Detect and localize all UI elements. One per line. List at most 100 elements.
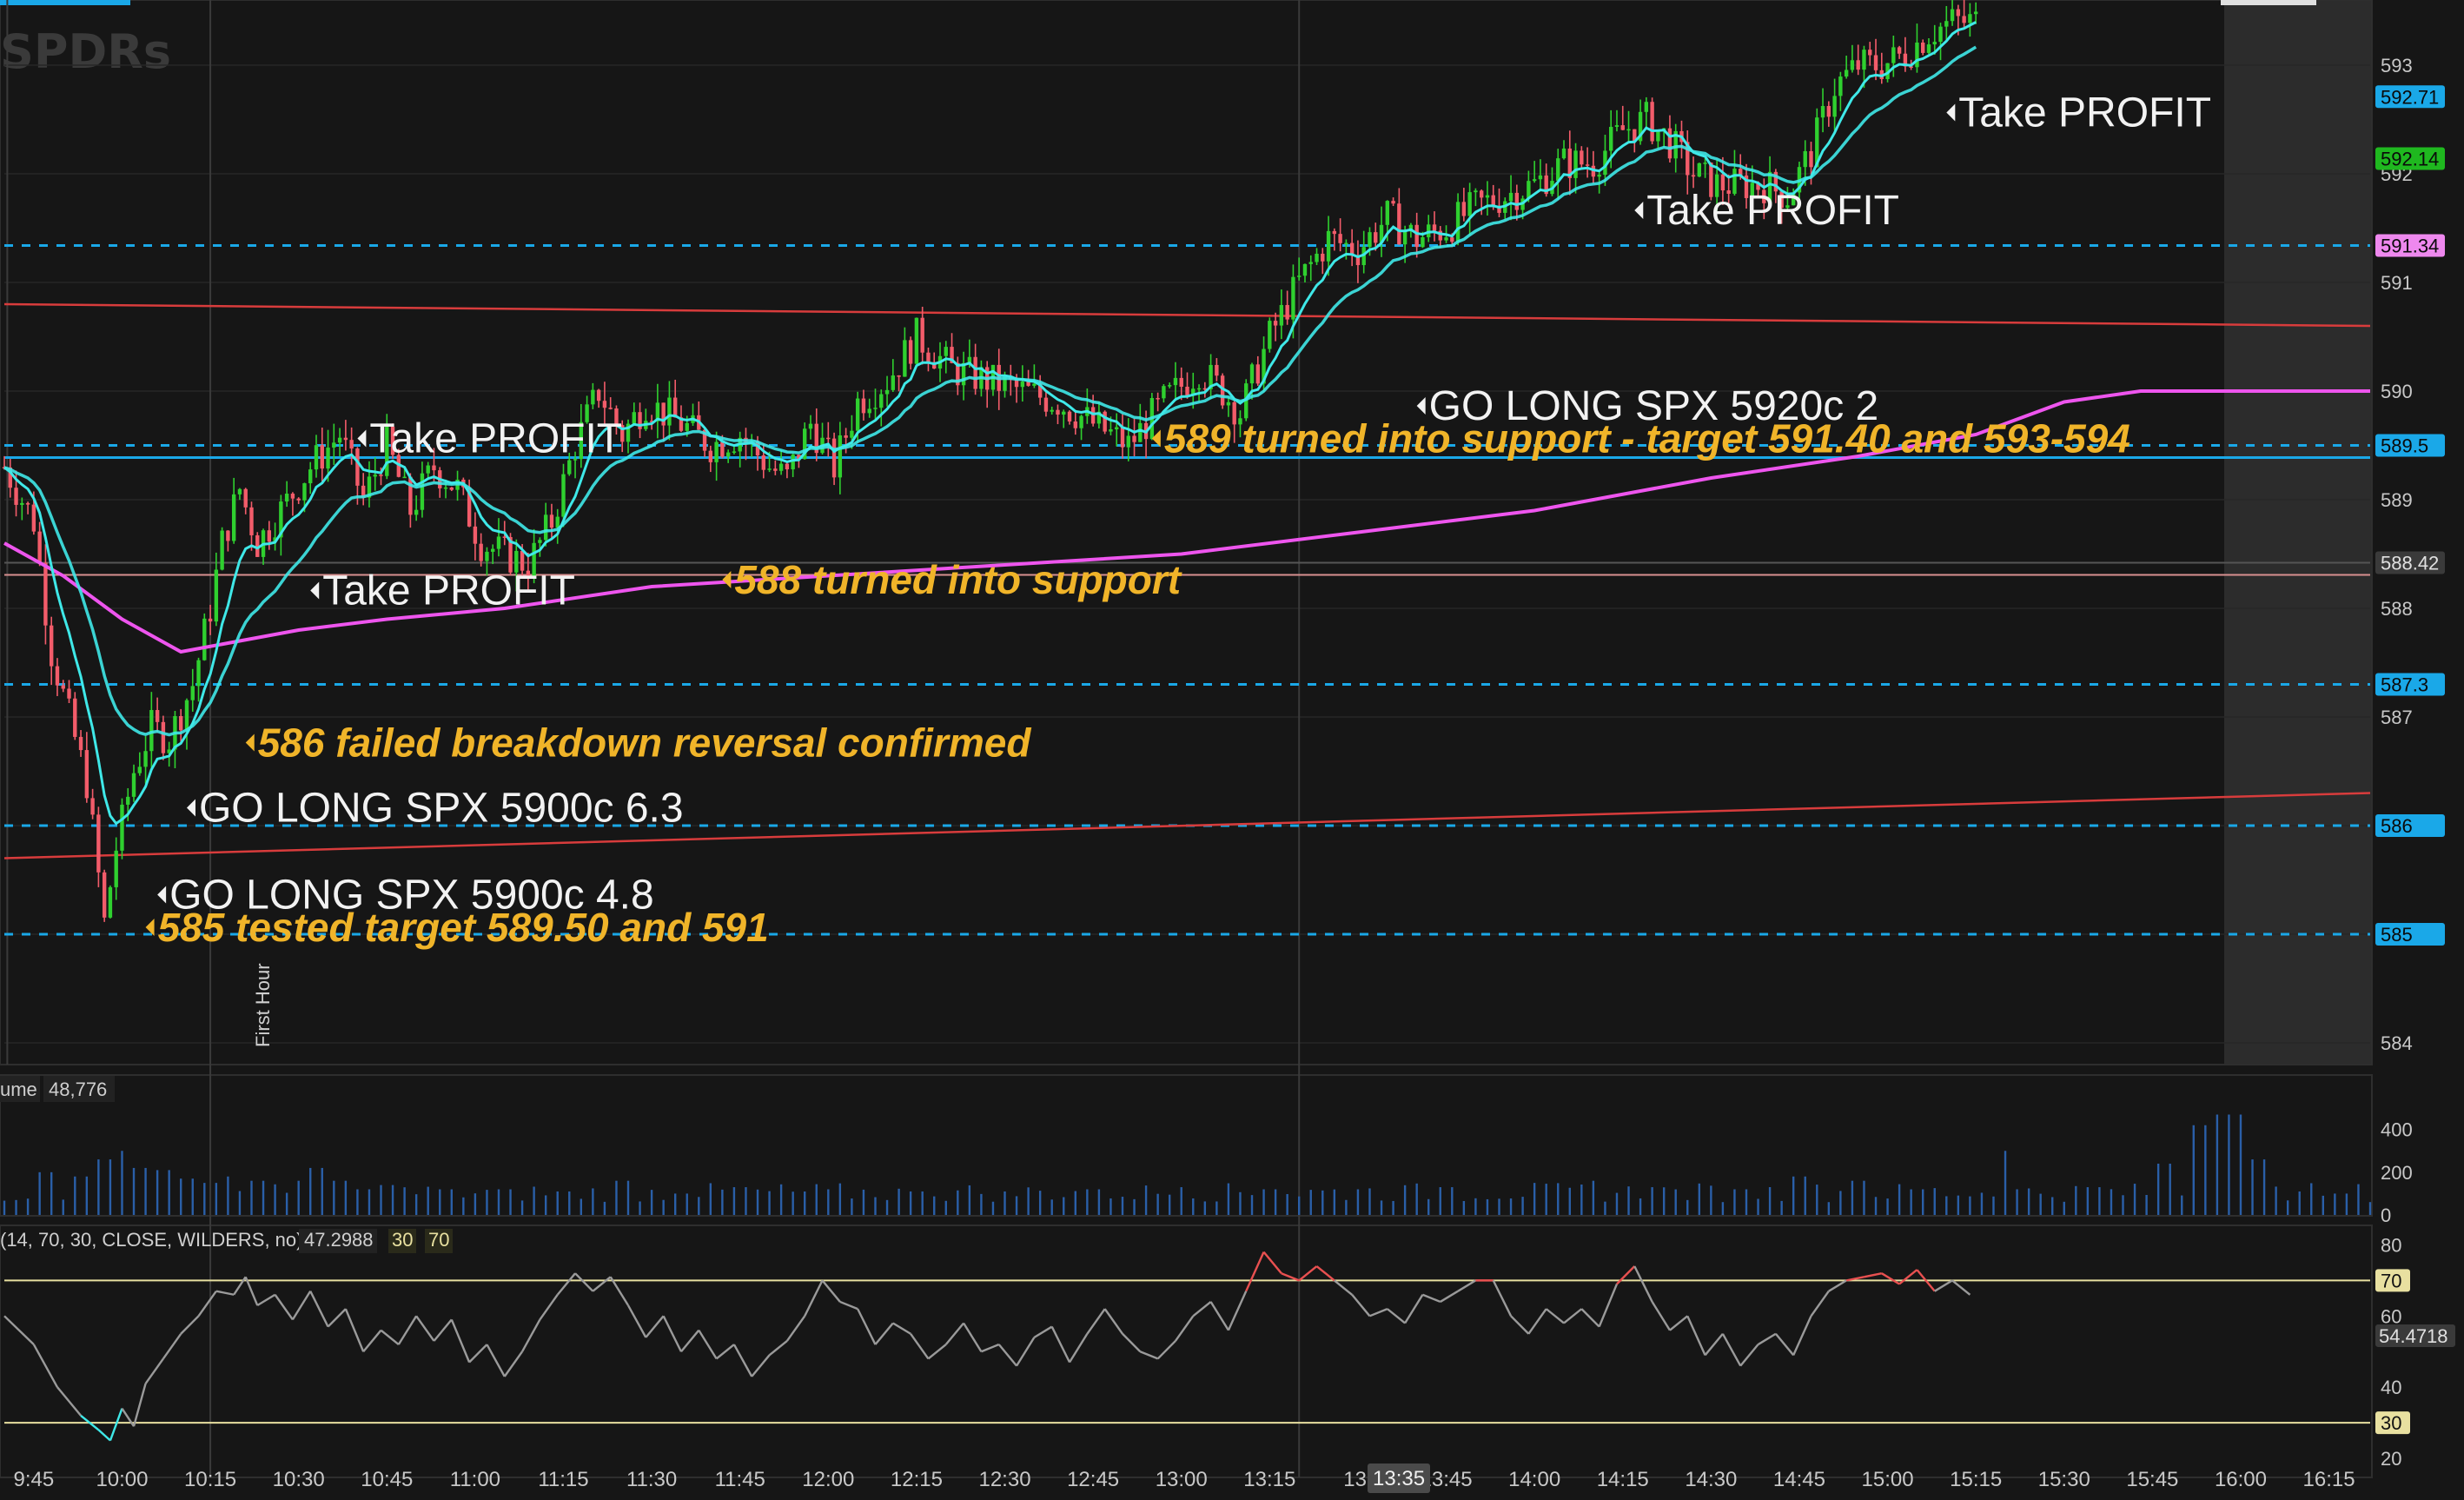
top-right-tab[interactable] [2221,0,2316,5]
candle-body [1832,96,1837,117]
candle-body [944,347,948,356]
annotation-label: 586 failed breakdown reversal confirmed [258,720,1032,766]
price-tag-label: 592.71 [2381,86,2439,108]
candle-body [1109,429,1113,432]
rsi-tick-label: 80 [2381,1234,2401,1256]
candle-body [773,468,778,471]
candle-body [31,504,36,532]
candle-body [1556,158,1560,182]
candle-body [296,498,301,501]
candle-body [838,435,843,478]
candle-body [1956,9,1961,17]
candle-body [1921,42,1925,53]
rsi-tick-label: 60 [2381,1305,2401,1327]
candle-body [1249,364,1255,384]
candle-body [1291,276,1295,320]
time-tick-label: 15:30 [2038,1468,2090,1491]
candle-body [78,736,83,751]
candle-body [1862,50,1866,70]
candle-body [914,317,919,364]
price-tick-label: 584 [2381,1032,2413,1054]
candle-body [1809,150,1813,168]
candle-body [349,440,354,449]
candle-body [1126,435,1130,448]
candle-body [1926,44,1931,53]
candle-body [43,562,48,626]
candle-body [1915,42,1919,68]
price-tag-label: 588.42 [2381,553,2439,574]
candle-body [1891,47,1896,63]
spy-intraday-chart[interactable]: SPDRs First Hour Take PROFIT Take PROFIT G… [0,0,2464,1500]
cursor-time-label: 13:35 [1373,1467,1425,1490]
candle-body [1067,411,1072,421]
candle-body [126,796,130,805]
time-tick-label: 13:00 [1156,1468,1208,1491]
candle-body [791,455,795,470]
time-tick-label: 14:15 [1597,1468,1649,1491]
candle-body [808,423,813,429]
candle-body [179,715,183,731]
rsi-header-ob: 30 [392,1229,413,1251]
candle-body [302,483,307,501]
candle-body [591,389,595,405]
candle-body [1338,234,1342,243]
price-tag-label: 589.5 [2381,435,2428,457]
top-left-tab[interactable] [0,0,130,5]
candle-body [1138,422,1143,442]
candle-body [903,340,907,377]
candle-body [1844,70,1849,77]
candle-body [1374,232,1378,243]
candle-body [308,469,313,484]
price-tag-label: 591.34 [2381,236,2439,257]
time-tick-label: 10:30 [273,1468,325,1491]
time-tick-label: 10:00 [96,1468,148,1491]
candle-body [355,448,360,486]
time-tick-label: 15:00 [1862,1468,1914,1491]
time-tick-label: 10:15 [184,1468,236,1491]
candle-body [402,476,407,479]
volume-tick-label: 0 [2381,1205,2391,1226]
candle-body [973,356,977,389]
candle-body [1391,201,1395,204]
candle-body [1820,105,1825,118]
candle-body [249,507,254,535]
candle-body [1444,237,1448,241]
annotation-label: 588 turned into support [734,557,1182,602]
candle-body [1644,102,1649,112]
candle-body [96,814,101,873]
candle-body [184,700,189,731]
candle-body [602,401,607,408]
candle-body [1315,253,1319,262]
time-tick-label: 13:15 [1243,1468,1295,1491]
candle-body [1185,387,1189,396]
time-tick-label: 15:15 [1950,1468,2002,1491]
cursor-time-tag: 13:35 [1368,1463,1430,1493]
candle-body [708,450,713,462]
annotation-label: Take PROFIT [322,568,575,614]
candle-body [290,494,295,499]
annotation-label: 585 tested target 589.50 and 591 [158,905,769,950]
time-tick-label: 11:30 [626,1468,677,1491]
candle-body [873,408,878,409]
price-tick-label: 589 [2381,489,2413,511]
candle-body [55,666,60,686]
candle-body [1268,321,1272,349]
candle-body [137,767,142,773]
candle-body [1826,105,1831,117]
price-tag-label: 592.14 [2381,149,2439,170]
candle-body [1508,192,1514,202]
candle-body [1597,175,1601,177]
candle-body [1226,402,1231,406]
candle-body [1909,66,1913,68]
candle-body [1897,47,1902,54]
candle-body [49,625,54,667]
candle-body [449,487,454,490]
candle-body [778,463,784,471]
candle-body [1474,190,1478,193]
candle-body [320,445,324,469]
candle-body [685,422,689,431]
candle-body [226,530,230,541]
candle-body [720,441,725,457]
candle-body [196,660,201,687]
candle-body [1932,42,1937,45]
